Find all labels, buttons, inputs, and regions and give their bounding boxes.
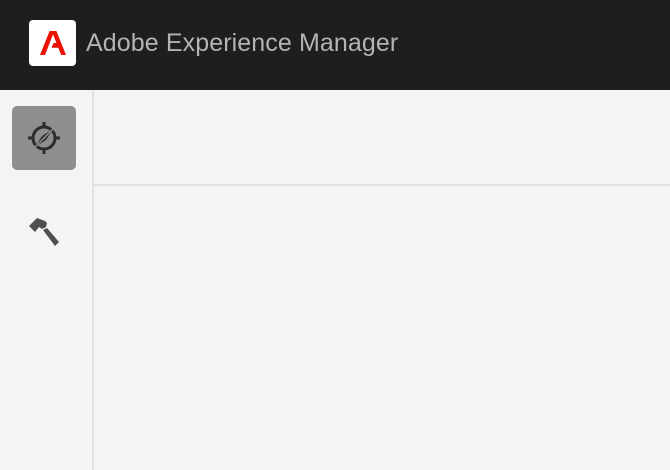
app-title[interactable]: Adobe Experience Manager — [86, 27, 398, 59]
global-header: Adobe Experience Manager — [0, 0, 670, 90]
hammer-icon — [29, 218, 59, 246]
aem-window: Adobe Experience Manager — [0, 0, 670, 470]
adobe-logo-icon[interactable] — [29, 20, 76, 66]
adobe-logo-glyph — [39, 31, 66, 55]
navigation-rail — [0, 90, 94, 470]
navigation-button[interactable] — [12, 106, 76, 170]
content-header — [94, 90, 670, 186]
content-area — [94, 186, 670, 470]
compass-icon — [28, 122, 60, 154]
tools-button[interactable] — [12, 201, 76, 265]
